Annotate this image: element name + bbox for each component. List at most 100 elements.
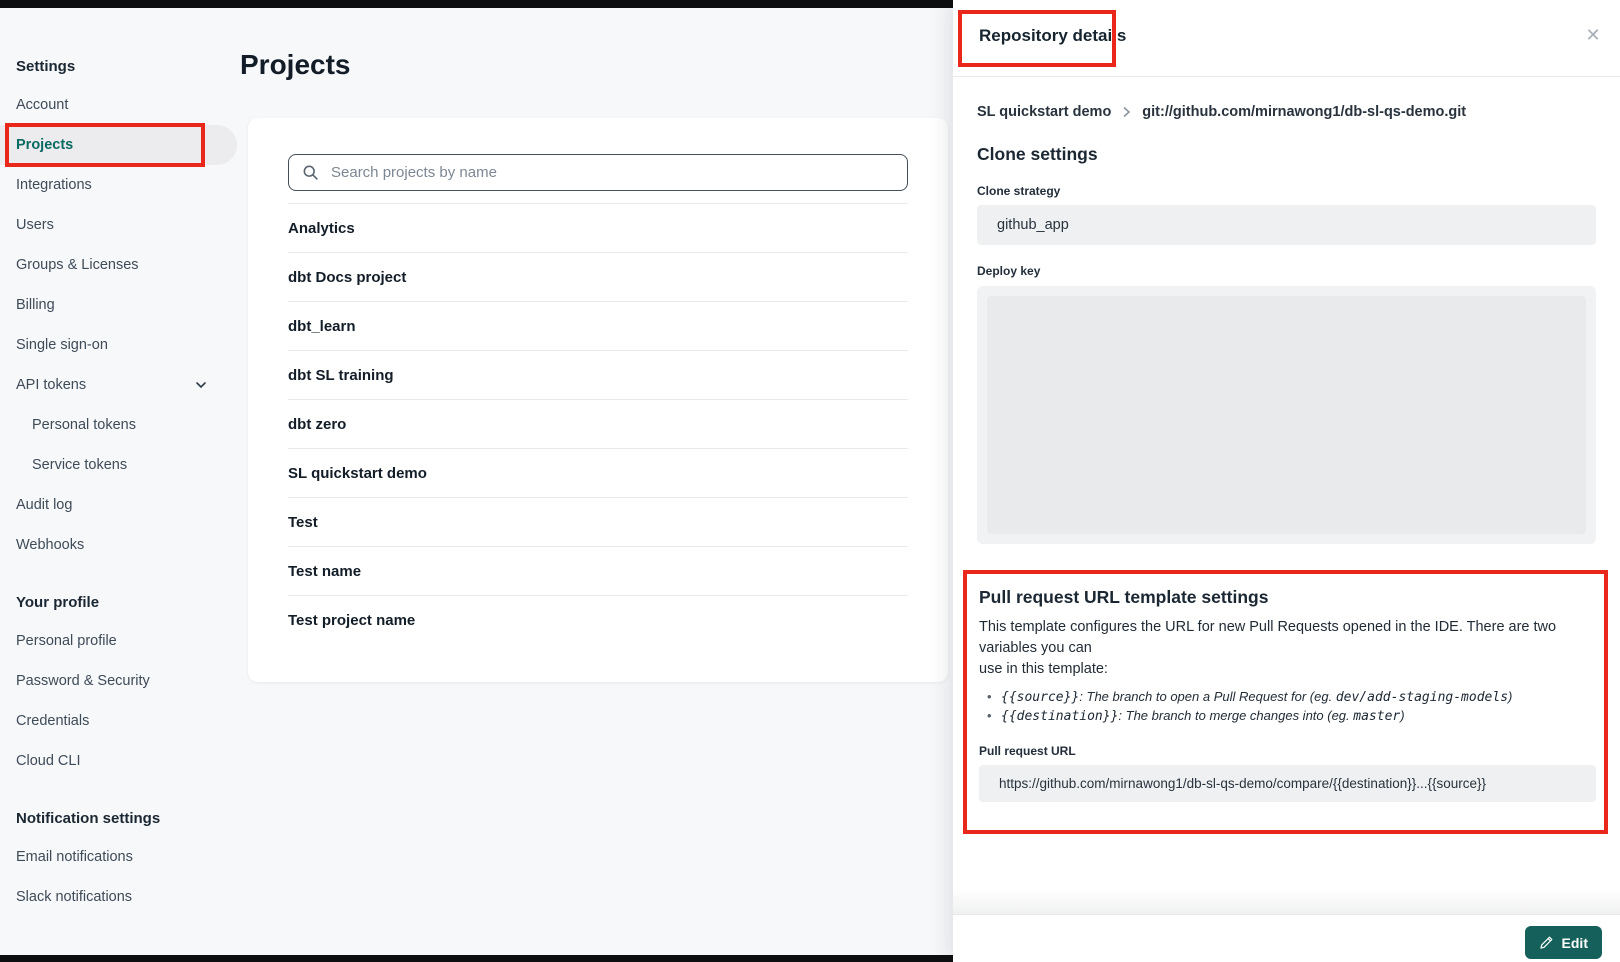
sidebar-item-projects[interactable]: Projects <box>0 125 237 165</box>
pr-description-line2: use in this template: <box>979 659 1596 680</box>
panel-footer: Edit <box>953 914 1620 962</box>
project-name: Test <box>288 514 318 531</box>
clone-settings-heading: Clone settings <box>977 144 1596 165</box>
bullet-icon: • <box>987 688 1001 706</box>
project-row-test-project-name[interactable]: Test project name <box>288 595 908 644</box>
deploy-key-label: Deploy key <box>977 264 1596 278</box>
sidebar-item-webhooks[interactable]: Webhooks <box>0 525 240 565</box>
project-row-sl-quickstart-demo[interactable]: SL quickstart demo <box>288 448 908 497</box>
edit-button-label: Edit <box>1562 935 1588 951</box>
sidebar-item-cloud-cli[interactable]: Cloud CLI <box>0 741 240 781</box>
sidebar-item-billing[interactable]: Billing <box>0 285 240 325</box>
sidebar-item-label: Audit log <box>16 497 72 513</box>
project-name: SL quickstart demo <box>288 465 427 482</box>
search-projects-input[interactable] <box>329 163 894 182</box>
pr-variable-bullets: •{{source}}: The branch to open a Pull R… <box>979 688 1596 725</box>
window-chrome-bottom <box>0 955 953 962</box>
project-row-dbt-zero[interactable]: dbt zero <box>288 399 908 448</box>
project-name: dbt Docs project <box>288 269 406 286</box>
pr-variable-bullet-source: •{{source}}: The branch to open a Pull R… <box>987 688 1596 707</box>
variable-code: {{destination}} <box>1001 709 1118 724</box>
sidebar-item-email-notifications[interactable]: Email notifications <box>0 837 240 877</box>
pencil-icon <box>1539 935 1554 950</box>
project-name: dbt SL training <box>288 367 394 384</box>
search-icon <box>302 164 319 181</box>
panel-title: Repository details <box>979 26 1126 46</box>
project-name: dbt_learn <box>288 318 356 335</box>
window-chrome-top <box>0 0 953 8</box>
sidebar-section-settings: Settings Account Projects Integrations Users… <box>0 58 240 565</box>
sidebar-item-api-tokens[interactable]: API tokens <box>0 365 240 405</box>
sidebar-item-audit-log[interactable]: Audit log <box>0 485 240 525</box>
sidebar-item-label: Cloud CLI <box>16 753 80 769</box>
deploy-key-box <box>977 286 1596 544</box>
repository-details-panel: Repository details ✕ SL quickstart demo … <box>953 0 1620 962</box>
sidebar-item-users[interactable]: Users <box>0 205 240 245</box>
panel-body: SL quickstart demo git://github.com/mirn… <box>953 104 1620 834</box>
sidebar-item-groups-licenses[interactable]: Groups & Licenses <box>0 245 240 285</box>
clone-strategy-label: Clone strategy <box>977 184 1596 198</box>
variable-description: : The branch to open a Pull Request for … <box>1079 689 1336 704</box>
sidebar-item-single-sign-on[interactable]: Single sign-on <box>0 325 240 365</box>
deploy-key-redacted-value <box>987 296 1586 534</box>
project-row-test[interactable]: Test <box>288 497 908 546</box>
bullet-icon: • <box>987 707 1001 725</box>
sidebar-item-personal-tokens[interactable]: Personal tokens <box>0 405 240 445</box>
sidebar-section-notification-settings: Notification settings Email notifications… <box>0 810 240 917</box>
project-row-dbt-docs-project[interactable]: dbt Docs project <box>288 252 908 301</box>
project-row-dbt-sl-training[interactable]: dbt SL training <box>288 350 908 399</box>
sidebar-item-account[interactable]: Account <box>0 85 240 125</box>
variable-description: : The branch to merge changes into (eg. <box>1118 708 1353 723</box>
project-name: Test project name <box>288 612 415 629</box>
variable-example: master <box>1353 709 1400 724</box>
sidebar-item-label: Billing <box>16 297 55 313</box>
sidebar-heading-settings: Settings <box>16 58 240 75</box>
projects-card: Analytics dbt Docs project dbt_learndbt SL… <box>248 118 948 682</box>
sidebar-item-label: Integrations <box>16 177 92 193</box>
sidebar-item-label: Credentials <box>16 713 89 729</box>
search-projects-box[interactable] <box>288 154 908 191</box>
sidebar-item-label: Slack notifications <box>16 889 132 905</box>
pull-request-template-section: Pull request URL template settings This … <box>963 570 1608 834</box>
sidebar-item-label: Users <box>16 217 54 233</box>
pr-variable-bullet-destination: •{{destination}}: The branch to merge ch… <box>987 707 1596 726</box>
sidebar-item-label: Personal profile <box>16 633 117 649</box>
project-row-test-name[interactable]: Test name <box>288 546 908 595</box>
variable-code: {{source}} <box>1001 690 1079 705</box>
project-row-dbt-learn[interactable]: dbt_learn <box>288 301 908 350</box>
pull-request-url-label: Pull request URL <box>979 744 1596 758</box>
sidebar-item-credentials[interactable]: Credentials <box>0 701 240 741</box>
project-list: Analytics dbt Docs project dbt_learndbt SL… <box>288 203 908 644</box>
projects-main: Projects Analytics dbt Docs project dbt_le… <box>240 8 948 682</box>
settings-sidebar: Settings Account Projects Integrations Users… <box>0 8 240 917</box>
sidebar-item-label: API tokens <box>16 377 86 393</box>
breadcrumb-project[interactable]: SL quickstart demo <box>977 104 1111 120</box>
sidebar-item-label: Groups & Licenses <box>16 257 139 273</box>
project-row-analytics[interactable]: Analytics <box>288 203 908 252</box>
sidebar-item-integrations[interactable]: Integrations <box>0 165 240 205</box>
panel-header: Repository details ✕ <box>953 0 1620 77</box>
variable-example: dev/add-staging-models <box>1336 690 1508 705</box>
edit-button[interactable]: Edit <box>1525 926 1602 959</box>
sidebar-item-label: Password & Security <box>16 673 150 689</box>
chevron-down-icon[interactable] <box>194 378 208 396</box>
project-name: Analytics <box>288 220 355 237</box>
sidebar-item-service-tokens[interactable]: Service tokens <box>0 445 240 485</box>
close-icon[interactable]: ✕ <box>1582 24 1604 46</box>
chevron-right-icon <box>1122 106 1131 118</box>
sidebar-section-your-profile: Your profilePersonal profilePassword & S… <box>0 594 240 781</box>
clone-strategy-value: github_app <box>977 205 1596 245</box>
sidebar-item-password-security[interactable]: Password & Security <box>0 661 240 701</box>
sidebar-item-personal-profile[interactable]: Personal profile <box>0 621 240 661</box>
sidebar-item-label: Account <box>16 97 68 113</box>
sidebar-heading-notification-settings: Notification settings <box>16 810 240 827</box>
footer-scroll-shadow <box>953 889 1620 915</box>
pr-description-line1: This template configures the URL for new… <box>979 617 1596 659</box>
sidebar-item-label: Service tokens <box>32 457 127 473</box>
variable-close-paren: ) <box>1508 689 1512 704</box>
sidebar-item-label: Projects <box>16 137 73 153</box>
variable-close-paren: ) <box>1400 708 1404 723</box>
sidebar-item-slack-notifications[interactable]: Slack notifications <box>0 877 240 917</box>
page-title: Projects <box>240 48 948 82</box>
breadcrumb-repo-url: git://github.com/mirnawong1/db-sl-qs-dem… <box>1142 104 1466 120</box>
